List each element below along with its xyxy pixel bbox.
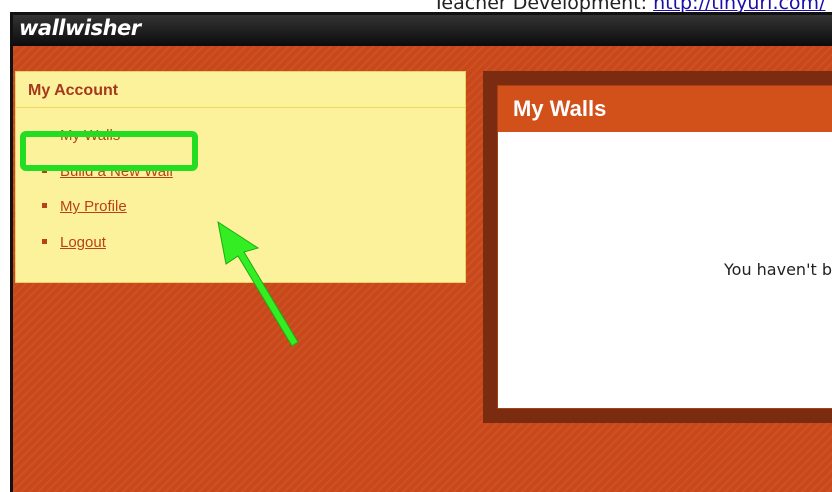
sidebar-item-my-profile[interactable]: My Profile bbox=[42, 198, 127, 215]
top-bar: wallwisher bbox=[13, 15, 832, 46]
pointer-arrow-icon bbox=[217, 220, 299, 347]
bullet-icon bbox=[42, 238, 47, 244]
sidebar-title: My Account bbox=[16, 72, 465, 108]
highlight-box bbox=[20, 131, 198, 171]
browser-content: wallwisher My Account My Walls Build a N… bbox=[10, 12, 832, 492]
panel-title: My Walls bbox=[498, 86, 832, 132]
bullet-icon bbox=[42, 202, 47, 208]
my-walls-content: My Walls You haven't b bbox=[497, 85, 832, 409]
empty-walls-message: You haven't b bbox=[724, 260, 832, 279]
wallwisher-logo[interactable]: wallwisher bbox=[19, 16, 141, 40]
sidebar-item-logout[interactable]: Logout bbox=[42, 234, 106, 251]
my-walls-panel: My Walls You haven't b bbox=[483, 71, 832, 423]
